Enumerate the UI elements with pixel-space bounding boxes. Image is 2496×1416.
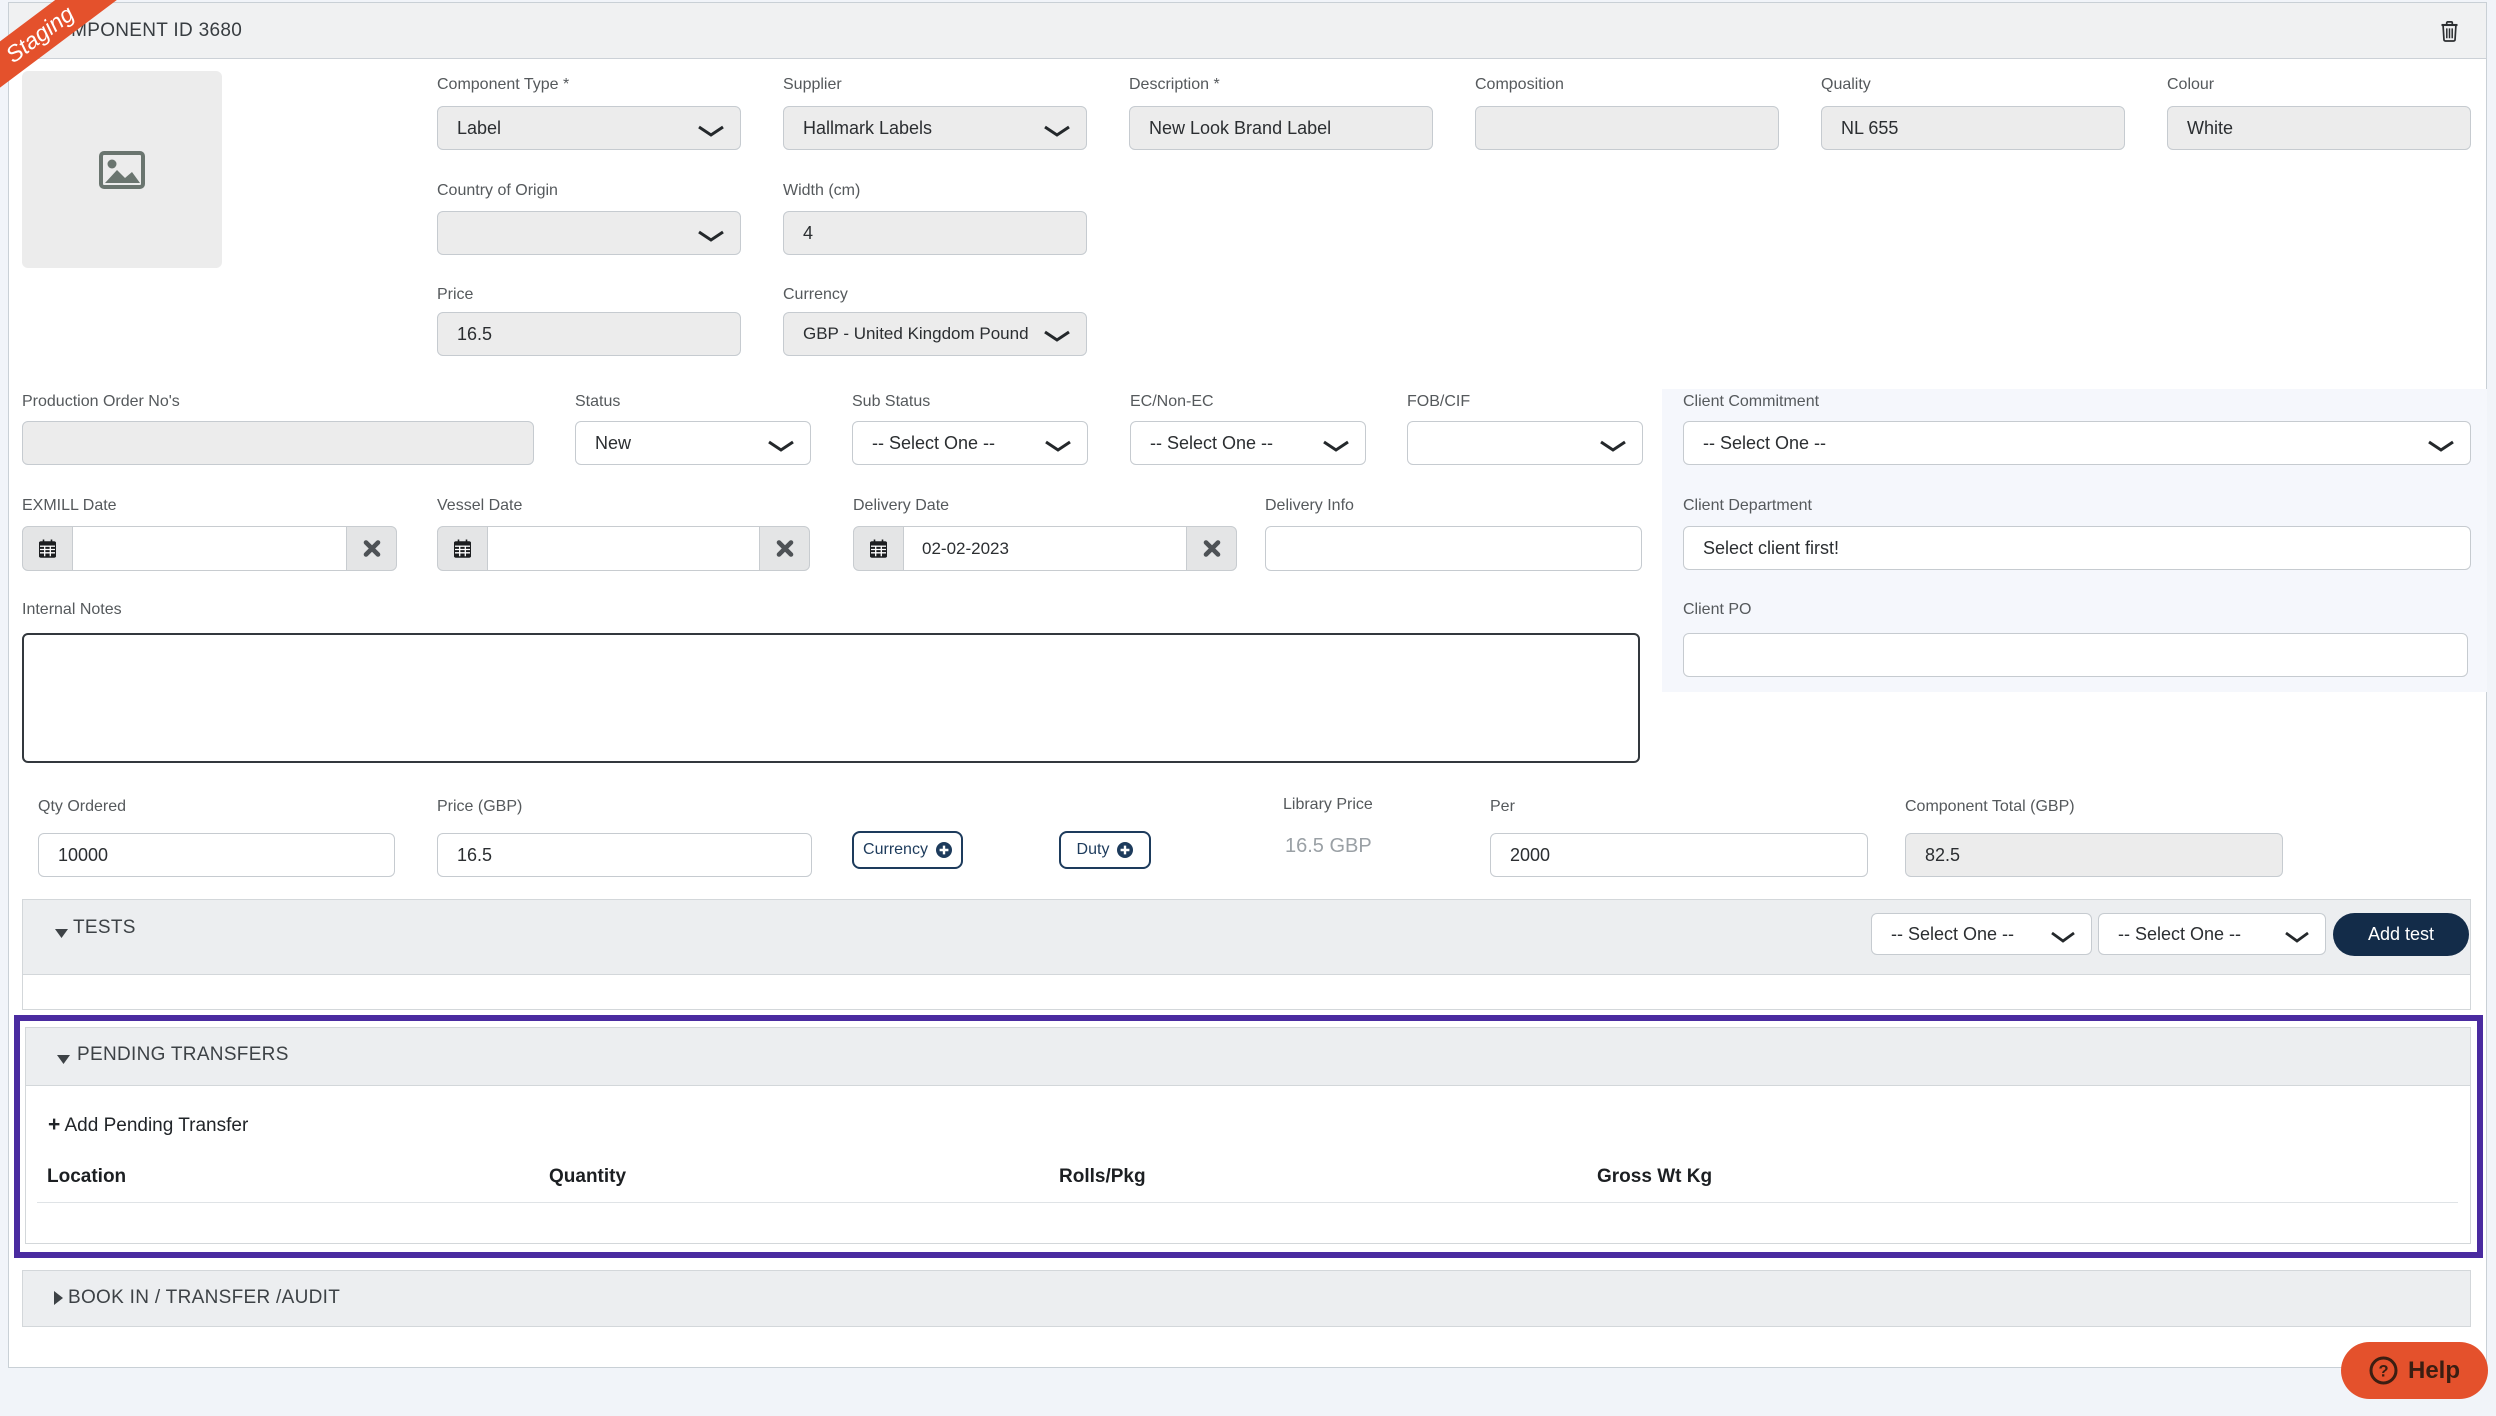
svg-text:?: ?: [2378, 1363, 2388, 1381]
